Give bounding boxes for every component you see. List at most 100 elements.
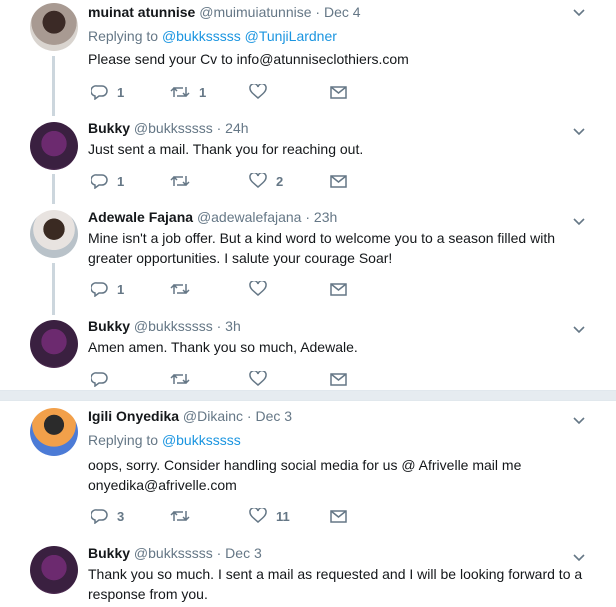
reply-button[interactable] (91, 369, 117, 389)
handle[interactable]: @bukksssss (134, 318, 213, 334)
like-button[interactable] (249, 82, 276, 102)
chevron-down-icon[interactable] (573, 413, 585, 428)
reply-count: 1 (117, 84, 125, 100)
reply-icon (91, 174, 108, 189)
timestamp[interactable]: 23h (314, 209, 337, 225)
heart-icon (249, 371, 267, 386)
avatar[interactable] (30, 320, 78, 368)
tweet-header: Bukky @bukksssss · Dec 3 (88, 545, 262, 561)
retweet-icon (170, 175, 190, 187)
display-name[interactable]: Bukky (88, 120, 130, 136)
display-name[interactable]: muinat atunnise (88, 4, 195, 20)
avatar[interactable] (30, 408, 78, 456)
timestamp[interactable]: Dec 3 (225, 545, 262, 561)
tweet-text: Please send your Cv to info@atunniseclot… (88, 49, 598, 69)
tweet-header: Bukky @bukksssss · 24h (88, 120, 249, 136)
timestamp[interactable]: 24h (225, 120, 248, 136)
dm-button[interactable] (330, 82, 347, 102)
reply-button[interactable]: 3 (91, 506, 124, 526)
retweet-button[interactable] (170, 369, 199, 389)
tweet-text: Thank you so much. I sent a mail as requ… (88, 564, 598, 604)
tweet-actions: 3 11 (88, 506, 568, 526)
tweet[interactable]: Adewale Fajana @adewalefajana · 23h Mine… (0, 200, 616, 308)
tweet[interactable]: Igili Onyedika @Dikainc · Dec 3 Replying… (0, 400, 616, 536)
chevron-down-icon[interactable] (573, 322, 585, 337)
chevron-down-icon[interactable] (573, 124, 585, 139)
reply-count: 3 (117, 508, 125, 524)
dm-button[interactable] (330, 506, 347, 526)
tweet-text-line: Mine isn't a job offer. But a kind word … (88, 230, 555, 246)
tweet[interactable]: Bukky @bukksssss · 3h Amen amen. Thank y… (0, 308, 616, 396)
avatar[interactable] (30, 122, 78, 170)
mention-link[interactable]: @TunjiLardner (245, 28, 337, 44)
chevron-down-icon[interactable] (573, 550, 585, 565)
like-button[interactable] (249, 369, 276, 389)
tweet[interactable]: Bukky @bukksssss · Dec 3 Thank you so mu… (0, 536, 616, 607)
display-name[interactable]: Igili Onyedika (88, 408, 179, 424)
heart-icon (249, 84, 267, 99)
tweet-header: muinat atunnise @muimuiatunnise · Dec 4 (88, 4, 361, 20)
separator-dot: · (243, 408, 256, 424)
envelope-icon (330, 85, 347, 99)
chevron-down-icon[interactable] (573, 214, 585, 229)
separator-dot: · (212, 318, 226, 334)
tweet[interactable]: Bukky @bukksssss · 24h Just sent a mail.… (0, 110, 616, 200)
separator-dot: · (212, 120, 226, 136)
timestamp[interactable]: 3h (225, 318, 241, 334)
tweet-header: Bukky @bukksssss · 3h (88, 318, 241, 334)
timestamp[interactable]: Dec 4 (324, 4, 361, 20)
replying-prefix: Replying to (88, 28, 162, 44)
reply-button[interactable]: 1 (91, 171, 124, 191)
avatar[interactable] (30, 546, 78, 594)
handle[interactable]: @adewalefajana (197, 209, 302, 225)
timestamp[interactable]: Dec 3 (256, 408, 293, 424)
retweet-button[interactable]: 1 (170, 82, 206, 102)
like-button[interactable]: 11 (249, 506, 290, 526)
retweet-button[interactable] (170, 279, 199, 299)
retweet-button[interactable] (170, 506, 199, 526)
replying-to: Replying to @bukksssss (88, 432, 241, 448)
separator-dot: · (301, 209, 314, 225)
like-button[interactable] (249, 279, 276, 299)
like-button[interactable]: 2 (249, 171, 283, 191)
avatar[interactable] (30, 210, 78, 258)
display-name[interactable]: Bukky (88, 545, 130, 561)
tweet-actions: 1 2 (88, 171, 568, 191)
handle[interactable]: @bukksssss (134, 545, 213, 561)
retweet-count: 1 (199, 84, 207, 100)
handle[interactable]: @bukksssss (134, 120, 213, 136)
reply-count: 1 (117, 173, 125, 189)
envelope-icon (330, 509, 347, 523)
tweet-header: Adewale Fajana @adewalefajana · 23h (88, 209, 337, 225)
mention-link[interactable]: @bukksssss (162, 432, 241, 448)
heart-icon (249, 281, 267, 296)
display-name[interactable]: Bukky (88, 318, 130, 334)
display-name[interactable]: Adewale Fajana (88, 209, 193, 225)
mention-link[interactable]: @bukksssss (162, 28, 241, 44)
envelope-icon (330, 372, 347, 386)
dm-button[interactable] (330, 369, 347, 389)
reply-count: 1 (117, 281, 125, 297)
tweet[interactable]: muinat atunnise @muimuiatunnise · Dec 4 … (0, 0, 616, 110)
avatar[interactable] (30, 3, 78, 51)
tweet-text: Mine isn't a job offer. But a kind word … (88, 228, 598, 268)
retweet-button[interactable] (170, 171, 199, 191)
handle[interactable]: @muimuiatunnise (199, 4, 311, 20)
reply-button[interactable]: 1 (91, 82, 124, 102)
tweet-actions: 1 1 (88, 82, 568, 102)
tweet-text: Just sent a mail. Thank you for reaching… (88, 139, 598, 159)
like-count: 2 (276, 173, 284, 189)
retweet-icon (170, 510, 190, 522)
chevron-down-icon[interactable] (573, 5, 585, 20)
retweet-icon (170, 86, 190, 98)
heart-icon (249, 508, 267, 523)
dm-button[interactable] (330, 171, 347, 191)
dm-button[interactable] (330, 279, 347, 299)
retweet-icon (170, 283, 190, 295)
handle[interactable]: @Dikainc (183, 408, 243, 424)
tweet-text-line: Please send your Cv to info@atunniseclot… (88, 51, 409, 67)
tweet-text-line: Thank you so much. I sent a mail as requ… (88, 566, 583, 582)
reply-button[interactable]: 1 (91, 279, 124, 299)
separator-dot: · (311, 4, 324, 20)
reply-icon (91, 282, 108, 297)
